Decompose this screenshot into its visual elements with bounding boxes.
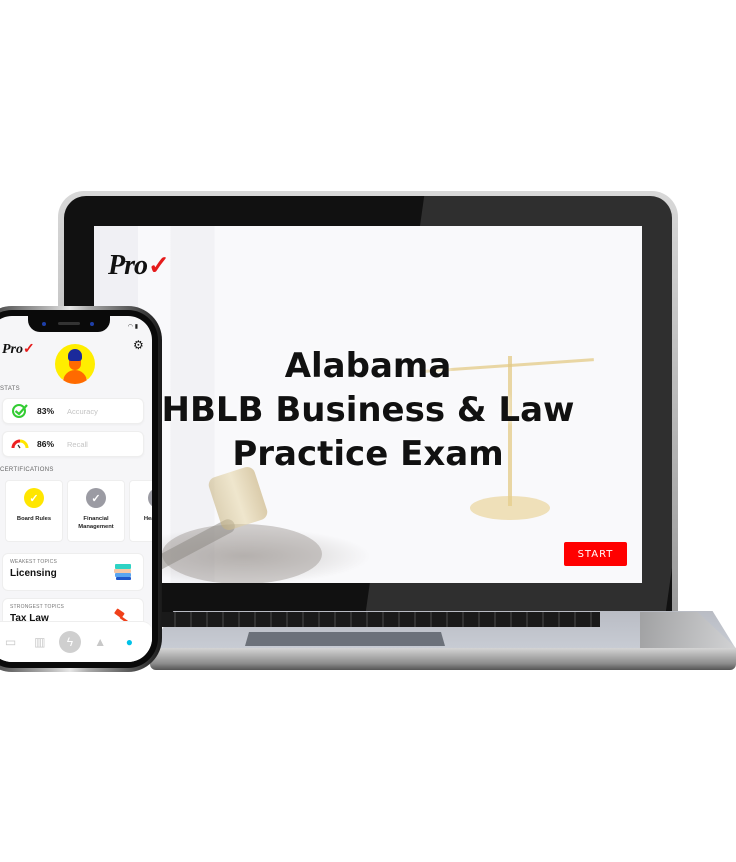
prov-logo: Pro✓ xyxy=(2,341,35,358)
sensor-icon xyxy=(90,322,94,326)
laptop-base xyxy=(150,648,736,670)
scale-base xyxy=(470,496,550,520)
title-line: Alabama xyxy=(284,346,452,386)
stat-label: Recall xyxy=(67,439,88,449)
cert-card[interactable]: ✓ Health Saf xyxy=(129,480,152,542)
laptop-screen: Pro✓ Alabama HBLB Business & Law Practic… xyxy=(94,226,642,583)
tab-cards[interactable]: ▭ xyxy=(1,635,21,649)
weakest-topic-card[interactable]: WEAKEST TOPICS Licensing xyxy=(2,553,144,591)
wifi-icon: ◠ xyxy=(127,324,134,330)
checkmark-icon: ✓ xyxy=(23,342,35,357)
exam-title: Alabama HBLB Business & Law Practice Exa… xyxy=(94,344,642,476)
avatar-body xyxy=(63,370,87,384)
stat-recall[interactable]: 86% Recall xyxy=(2,431,144,457)
stat-value: 86% xyxy=(37,439,55,449)
tab-bar: ▭ ▥ ϟ ▲ ● xyxy=(0,621,152,662)
books-icon xyxy=(113,563,133,581)
logo-text: Pro xyxy=(2,342,23,357)
speaker-grille xyxy=(58,322,80,325)
battery-icon: ▮ xyxy=(134,324,138,330)
cert-name: Board Rules xyxy=(16,516,52,522)
tab-study[interactable]: ▥ xyxy=(30,635,50,649)
certifications-label: CERTIFICATIONS xyxy=(0,467,54,473)
camera-icon xyxy=(42,322,46,326)
cert-name: Health Saf xyxy=(143,516,152,522)
stat-value: 83% xyxy=(37,406,55,416)
topic-name: Licensing xyxy=(10,568,57,579)
status-bar: ◠ ▮ xyxy=(128,323,138,330)
stats-label: STATS xyxy=(0,386,20,392)
gauge-icon xyxy=(11,437,29,451)
tab-quick-lightning-icon[interactable]: ϟ xyxy=(58,631,81,653)
stat-accuracy[interactable]: 83% Accuracy xyxy=(2,398,144,424)
title-line: Practice Exam xyxy=(232,434,504,474)
stat-label: Accuracy xyxy=(67,406,98,416)
gear-icon[interactable]: ⚙ xyxy=(133,338,144,352)
phone-screen: ◠ ▮ Pro✓ ⚙ STATS 83% Accuracy 86% Recall… xyxy=(0,316,152,662)
cert-card[interactable]: ✓ Financial Management xyxy=(67,480,125,542)
cert-name: Financial Management xyxy=(78,516,114,530)
avatar[interactable] xyxy=(55,344,95,384)
badge-check-icon: ✓ xyxy=(86,488,106,508)
keyboard xyxy=(160,612,600,627)
trackpad xyxy=(245,632,445,646)
prov-logo: Pro✓ xyxy=(108,250,170,282)
topic-kicker: STRONGEST TOPICS xyxy=(10,604,65,610)
tab-profile-user-icon[interactable]: ● xyxy=(119,635,139,649)
tab-notifications-bell-icon[interactable]: ▲ xyxy=(90,635,110,649)
check-circle-icon xyxy=(11,404,29,418)
avatar-hair xyxy=(68,349,82,361)
topic-kicker: WEAKEST TOPICS xyxy=(10,559,57,565)
logo-text: Pro xyxy=(108,250,148,281)
checkmark-icon: ✓ xyxy=(148,251,170,280)
phone-notch xyxy=(28,316,110,332)
start-button[interactable]: START xyxy=(564,542,627,566)
title-line: HBLB Business & Law xyxy=(161,390,575,430)
cert-card[interactable]: ✓ Board Rules xyxy=(5,480,63,542)
badge-check-icon: ✓ xyxy=(24,488,44,508)
badge-check-icon: ✓ xyxy=(148,488,152,508)
